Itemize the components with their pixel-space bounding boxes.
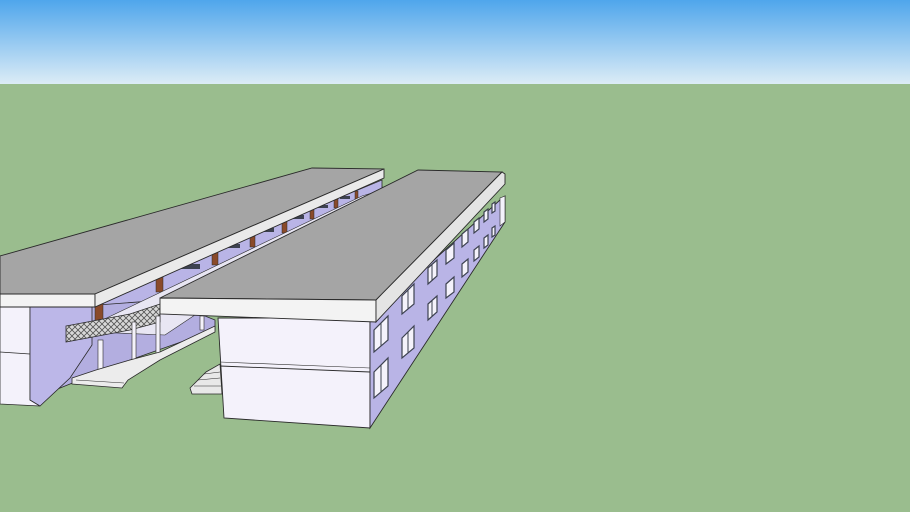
column [97,339,104,371]
column [131,321,137,363]
right-building-front-face [217,317,371,429]
column [155,315,161,357]
left-building-roof-edge [0,293,96,308]
3d-scene[interactable] [0,0,910,512]
sky [0,0,910,84]
column [199,315,205,331]
model-viewport[interactable] [0,0,910,512]
right-building-end-face [499,195,506,227]
